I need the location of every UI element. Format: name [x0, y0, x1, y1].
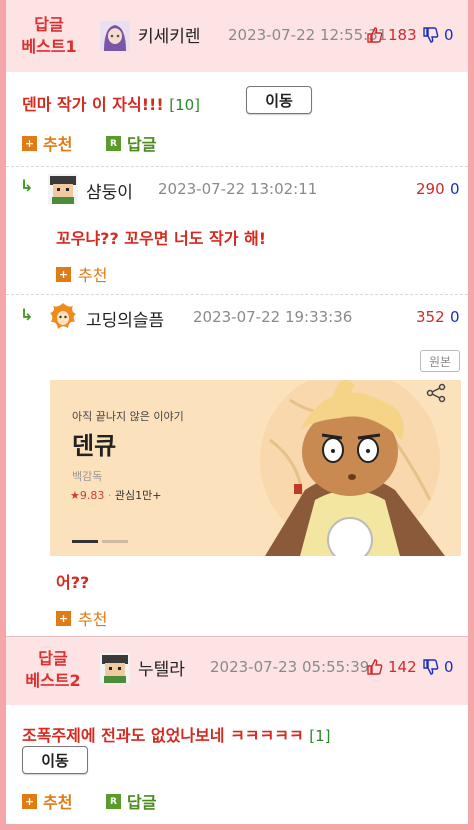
reply-button[interactable]: 답글 [127, 131, 156, 155]
avatar[interactable] [100, 653, 130, 683]
reply-count[interactable]: [10] [169, 96, 200, 114]
webtoon-banner-image[interactable]: 아직 끝나지 않은 이야기 덴큐 백감독 ★9.83 · 관심1만+ [50, 380, 461, 556]
avatar[interactable] [100, 21, 130, 51]
comment-nickname[interactable]: 키세키렌 [138, 22, 201, 47]
recommend-button[interactable]: 추천 [78, 262, 107, 286]
banner-author: 백감독 [72, 470, 103, 483]
reply-arrow-icon: ↳ [20, 176, 34, 195]
comment-date: 2023-07-23 05:55:39 [210, 658, 370, 676]
comment-text: 어?? [56, 573, 90, 592]
up-count: 142 [388, 658, 417, 676]
up-count: 290 [416, 180, 445, 198]
rating-value: ★9.83 [70, 489, 105, 502]
thumbs-up-icon[interactable] [366, 26, 383, 47]
recommend-button[interactable]: 추천 [43, 789, 72, 813]
comment-date: 2023-07-22 13:02:11 [158, 180, 318, 198]
reply-count[interactable]: [1] [309, 727, 330, 745]
plus-icon[interactable]: + [22, 136, 37, 151]
reply-arrow-icon: ↳ [20, 305, 34, 324]
divider [6, 166, 468, 167]
best-label-1: 답글 베스트1 [14, 14, 84, 58]
recommend-button[interactable]: 추천 [78, 606, 107, 630]
comment-date: 2023-07-22 19:33:36 [193, 308, 353, 326]
avatar[interactable] [48, 302, 78, 332]
comment-nickname[interactable]: 샴둥이 [86, 178, 133, 203]
comment-nickname[interactable]: 고딩의슬픔 [86, 306, 164, 331]
move-button[interactable]: 이동 [246, 86, 312, 114]
best-label-line2: 베스트2 [25, 671, 81, 690]
comment-date: 2023-07-22 12:55:31 [228, 26, 388, 44]
best-label-line2: 베스트1 [21, 37, 77, 56]
best-label-line1: 답글 [38, 649, 68, 668]
thumbs-up-icon[interactable] [366, 658, 383, 679]
original-image-button[interactable]: 원본 [420, 350, 460, 372]
avatar[interactable] [48, 174, 78, 204]
best-label-2: 답글 베스트2 [14, 648, 92, 692]
down-count: 0 [444, 658, 454, 676]
plus-icon[interactable]: + [22, 794, 37, 809]
separator: · [107, 489, 115, 502]
reply-badge-icon[interactable]: R [106, 136, 121, 151]
recommend-button[interactable]: 추천 [43, 131, 72, 155]
divider [6, 294, 468, 295]
thumbs-down-icon[interactable] [422, 27, 439, 48]
banner-rating: ★9.83 · 관심1만+ [70, 487, 161, 503]
reply-button[interactable]: 답글 [127, 789, 156, 813]
comment-nickname[interactable]: 누텔라 [138, 655, 185, 680]
down-count: 0 [450, 180, 460, 198]
banner-title: 덴큐 [72, 432, 117, 460]
up-count: 183 [388, 26, 417, 44]
comment-text: 조폭주제에 전과도 없었나보네 ㅋㅋㅋㅋㅋ [22, 726, 304, 745]
plus-icon[interactable]: + [56, 611, 71, 626]
comment-body: 덴마 작가 이 자식!!! [10] [22, 91, 200, 115]
page-bottom-border [0, 824, 474, 830]
up-count: 352 [416, 308, 445, 326]
comment-body: 조폭주제에 전과도 없었나보네 ㅋㅋㅋㅋㅋ [1] [22, 722, 331, 746]
down-count: 0 [444, 26, 454, 44]
down-count: 0 [450, 308, 460, 326]
interest-count: 관심1만+ [114, 489, 162, 502]
reply-badge-icon[interactable]: R [106, 794, 121, 809]
comment-text: 꼬우냐?? 꼬우면 너도 작가 해! [56, 229, 267, 248]
best-label-line1: 답글 [34, 15, 64, 34]
banner-subtitle: 아직 끝나지 않은 이야기 [72, 410, 184, 423]
plus-icon[interactable]: + [56, 267, 71, 282]
move-button[interactable]: 이동 [22, 746, 88, 774]
thumbs-down-icon[interactable] [422, 659, 439, 680]
comment-text: 덴마 작가 이 자식!!! [22, 95, 164, 114]
share-icon[interactable] [422, 380, 450, 406]
